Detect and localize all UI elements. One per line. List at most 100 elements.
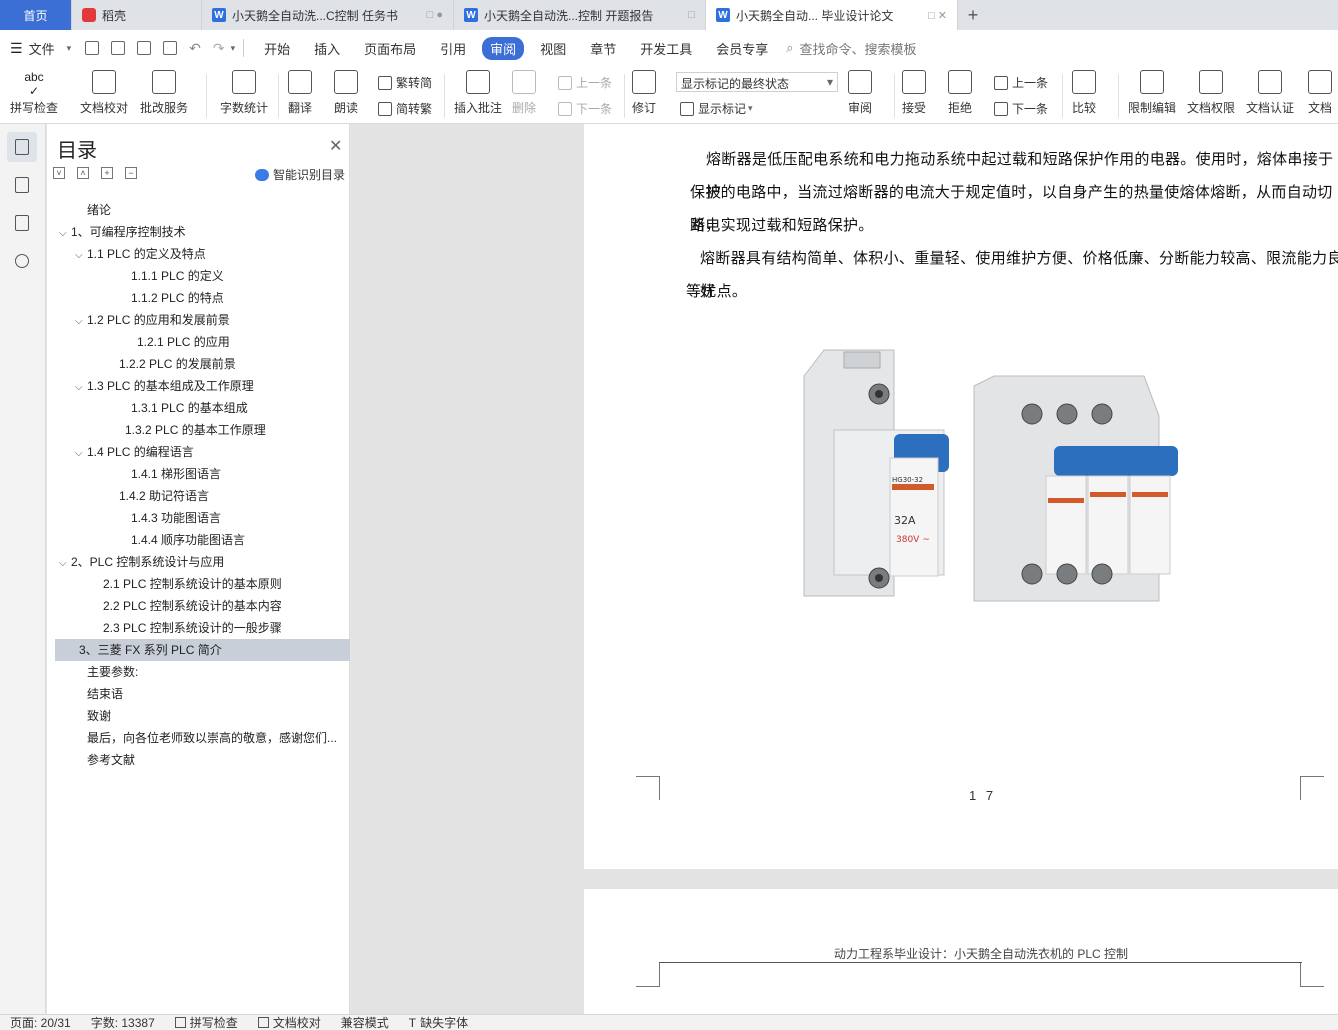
chevron-down-icon[interactable]: ⌵: [75, 245, 87, 265]
menu-review[interactable]: 审阅: [482, 36, 525, 60]
redo-icon[interactable]: ↷: [213, 40, 225, 57]
chevron-down-icon[interactable]: ⌵: [75, 311, 87, 331]
doc-proof-button[interactable]: 文档校对: [80, 70, 128, 116]
insert-comment-button[interactable]: 插入批注: [454, 70, 502, 116]
chapter-pane-button[interactable]: [7, 170, 37, 200]
toc-item[interactable]: 最后，向各位老师致以崇高的敬意，感谢您们...: [47, 727, 350, 749]
remove-heading-icon[interactable]: −: [125, 167, 137, 179]
missing-font-status[interactable]: T 缺失字体: [409, 1014, 468, 1030]
close-icon[interactable]: □ ✕: [928, 9, 947, 22]
word-count-button[interactable]: 字数统计: [220, 70, 268, 116]
markup-state-select[interactable]: 显示标记的最终状态: [676, 72, 838, 92]
tab-doc-task[interactable]: W 小天鹅全自动洗...C控制 任务书 □ ●: [202, 0, 454, 30]
expand-all-icon[interactable]: ˅: [53, 167, 65, 179]
close-icon[interactable]: ✕: [329, 136, 342, 156]
restrict-editing-button[interactable]: 限制编辑: [1128, 70, 1176, 116]
toc-item[interactable]: 2.2 PLC 控制系统设计的基本内容: [47, 595, 350, 617]
toc-item[interactable]: 1.4.2 助记符语言: [47, 485, 350, 507]
compat-mode-status[interactable]: 兼容模式: [341, 1014, 389, 1030]
doc-more-button[interactable]: 文档: [1308, 70, 1332, 116]
toc-item[interactable]: 2.3 PLC 控制系统设计的一般步骤: [47, 617, 350, 639]
hamburger-icon[interactable]: ☰: [10, 40, 23, 57]
prev-comment-button[interactable]: 上一条: [558, 74, 612, 91]
toc-item[interactable]: 参考文献: [47, 749, 350, 771]
toc-item[interactable]: ⌵ 1.4 PLC 的编程语言: [47, 441, 350, 463]
revise-service-button[interactable]: 批改服务: [140, 70, 188, 116]
menu-home[interactable]: 开始: [252, 39, 302, 58]
tab-home[interactable]: 首页: [0, 0, 72, 30]
toc-item[interactable]: 3、三菱 FX 系列 PLC 简介: [55, 639, 350, 661]
export-icon[interactable]: [111, 41, 126, 55]
menu-layout[interactable]: 页面布局: [352, 39, 428, 58]
command-search[interactable]: 查找命令、搜索模板: [800, 39, 917, 58]
toc-pane-button[interactable]: [7, 132, 37, 162]
chevron-down-icon[interactable]: ⌵: [59, 223, 71, 243]
chevron-down-icon[interactable]: ⌵: [59, 553, 71, 573]
reject-button[interactable]: 拒绝: [948, 70, 972, 116]
accept-button[interactable]: 接受: [902, 70, 926, 116]
undo-icon[interactable]: ↶: [189, 40, 201, 57]
menu-section[interactable]: 章节: [578, 39, 628, 58]
proof-status[interactable]: 文档校对: [257, 1014, 321, 1030]
save-icon[interactable]: [85, 41, 100, 55]
page-indicator[interactable]: 页面: 20/31: [10, 1014, 71, 1030]
find-pane-button[interactable]: [7, 246, 37, 276]
collapse-all-icon[interactable]: ˄: [77, 167, 89, 179]
toc-item[interactable]: 绪论: [47, 199, 350, 221]
toc-item[interactable]: ⌵ 1.1 PLC 的定义及特点: [47, 243, 350, 265]
chevron-down-icon[interactable]: ⌵: [75, 443, 87, 463]
translate-button[interactable]: 翻译: [288, 70, 312, 116]
word-count-indicator[interactable]: 字数: 13387: [91, 1014, 155, 1030]
chevron-down-icon[interactable]: ⌵: [75, 377, 87, 397]
toc-item[interactable]: ⌵ 1.3 PLC 的基本组成及工作原理: [47, 375, 350, 397]
toc-item[interactable]: 2.1 PLC 控制系统设计的基本原则: [47, 573, 350, 595]
read-aloud-button[interactable]: 朗读: [334, 70, 358, 116]
toc-item[interactable]: 1.2.2 PLC 的发展前景: [47, 353, 350, 375]
toc-item[interactable]: ⌵ 1.2 PLC 的应用和发展前景: [47, 309, 350, 331]
next-comment-button[interactable]: 下一条: [558, 100, 612, 117]
trad-to-simp-button[interactable]: 繁转简: [378, 74, 432, 91]
add-heading-icon[interactable]: +: [101, 167, 113, 179]
menu-insert[interactable]: 插入: [302, 39, 352, 58]
toc-item[interactable]: 1.1.2 PLC 的特点: [47, 287, 350, 309]
toc-item[interactable]: 1.4.3 功能图语言: [47, 507, 350, 529]
prev-change-button[interactable]: 上一条: [994, 74, 1048, 91]
toc-item[interactable]: 1.4.1 梯形图语言: [47, 463, 350, 485]
document-page[interactable]: 动力工程系毕业设计：小天鹅全自动洗衣机的 PLC 控制: [584, 889, 1338, 1014]
smart-toc-button[interactable]: 智能识别目录: [254, 166, 345, 183]
show-markup-button[interactable]: 显示标记 ▾: [680, 100, 753, 117]
toc-item[interactable]: 结束语: [47, 683, 350, 705]
toc-item[interactable]: 1.3.1 PLC 的基本组成: [47, 397, 350, 419]
more-icon[interactable]: ▾: [231, 43, 236, 54]
tab-doc-proposal[interactable]: W 小天鹅全自动洗...控制 开题报告 □: [454, 0, 706, 30]
next-change-button[interactable]: 下一条: [994, 100, 1048, 117]
menu-view[interactable]: 视图: [528, 39, 578, 58]
print-icon[interactable]: [137, 41, 152, 55]
menu-file[interactable]: 文件: [27, 39, 67, 58]
menu-references[interactable]: 引用: [428, 39, 478, 58]
menu-developer[interactable]: 开发工具: [628, 39, 704, 58]
tab-doc-thesis[interactable]: W 小天鹅全自动... 毕业设计论文 □ ✕: [706, 0, 958, 30]
toc-item[interactable]: 1.3.2 PLC 的基本工作原理: [47, 419, 350, 441]
bookmark-pane-button[interactable]: [7, 208, 37, 238]
compare-button[interactable]: 比较: [1072, 70, 1096, 116]
toc-item[interactable]: 致谢: [47, 705, 350, 727]
toc-item[interactable]: 主要参数:: [47, 661, 350, 683]
simp-to-trad-button[interactable]: 简转繁: [378, 100, 432, 117]
tab-docer[interactable]: 稻壳: [72, 0, 202, 30]
toc-item[interactable]: 1.4.4 顺序功能图语言: [47, 529, 350, 551]
toc-item[interactable]: ⌵ 1、可编程序控制技术: [47, 221, 350, 243]
toc-item[interactable]: ⌵ 2、PLC 控制系统设计与应用: [47, 551, 350, 573]
document-canvas[interactable]: 熔断器是低压配电系统和电力拖动系统中起过载和短路保护作用的电器。使用时，熔体串接…: [351, 124, 1338, 1014]
delete-comment-button[interactable]: 删除: [512, 70, 536, 116]
new-tab-plus-icon[interactable]: +: [958, 0, 988, 30]
doc-certify-button[interactable]: 文档认证: [1246, 70, 1294, 116]
review-pane-button[interactable]: 审阅: [848, 70, 872, 116]
spell-check-status[interactable]: 拼写检查: [174, 1014, 238, 1030]
toc-item[interactable]: 1.1.1 PLC 的定义: [47, 265, 350, 287]
menu-member[interactable]: 会员专享: [704, 39, 780, 58]
document-page[interactable]: 熔断器是低压配电系统和电力拖动系统中起过载和短路保护作用的电器。使用时，熔体串接…: [584, 124, 1338, 869]
doc-permission-button[interactable]: 文档权限: [1187, 70, 1235, 116]
print-preview-icon[interactable]: [163, 41, 178, 55]
spell-check-button[interactable]: abc ✓ 拼写检查: [10, 70, 58, 116]
